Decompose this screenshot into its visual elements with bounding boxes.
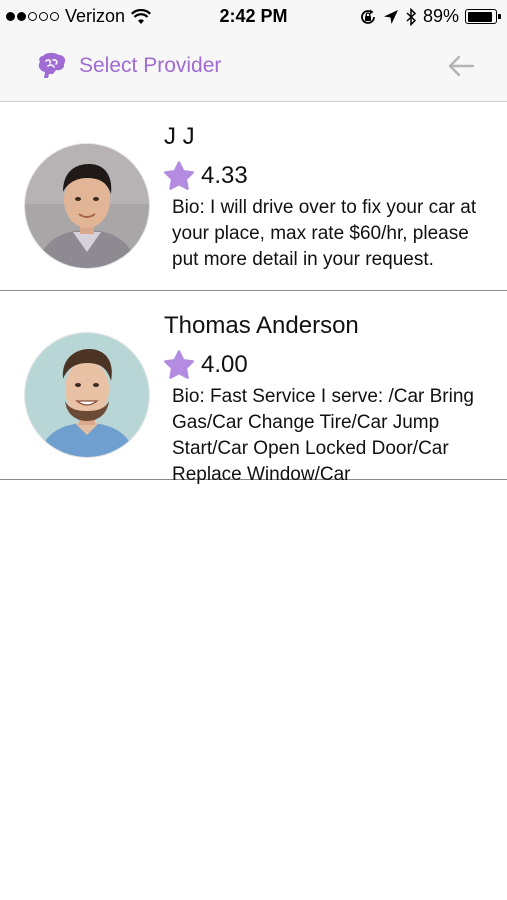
battery-percent: 89% [422,6,459,26]
star-icon [164,350,194,379]
provider-photo-thomas-anderson [25,333,149,457]
battery-fill [467,11,492,22]
provider-bio: Bio: I will drive over to fix your car a… [172,197,477,270]
location-arrow-icon [383,9,398,24]
navigation-bar: Select Provider [0,34,507,102]
page-title: Select Provider [79,54,222,77]
rating-value: 4.33 [201,162,248,189]
rating: 4.33 [163,160,248,192]
star-icon [164,161,194,190]
provider-list-item[interactable]: Thomas Anderson 4.00 Bio: Fast Service I… [0,291,507,485]
provider-name: Thomas Anderson [164,312,359,339]
provider-list-item[interactable]: J J 4.33 Bio: I will drive over to fix y… [0,102,507,291]
provider-photo-jj [25,144,149,268]
brain-logo-icon [38,52,66,78]
avatar [25,333,149,457]
status-right: 89% [359,6,501,27]
status-bar: Verizon 2:42 PM 89% [0,0,507,34]
avatar [25,144,149,268]
provider-bio: Bio: Fast Service I serve: /Car Bring Ga… [172,386,474,485]
rotation-lock-icon [361,9,375,24]
provider-list: J J 4.33 Bio: I will drive over to fix y… [0,102,507,485]
battery-icon [465,9,501,24]
provider-name: J J [164,123,195,150]
rating: 4.00 [163,349,248,381]
back-arrow-icon[interactable] [446,54,476,78]
bluetooth-icon [406,7,417,26]
rating-value: 4.00 [201,351,248,378]
